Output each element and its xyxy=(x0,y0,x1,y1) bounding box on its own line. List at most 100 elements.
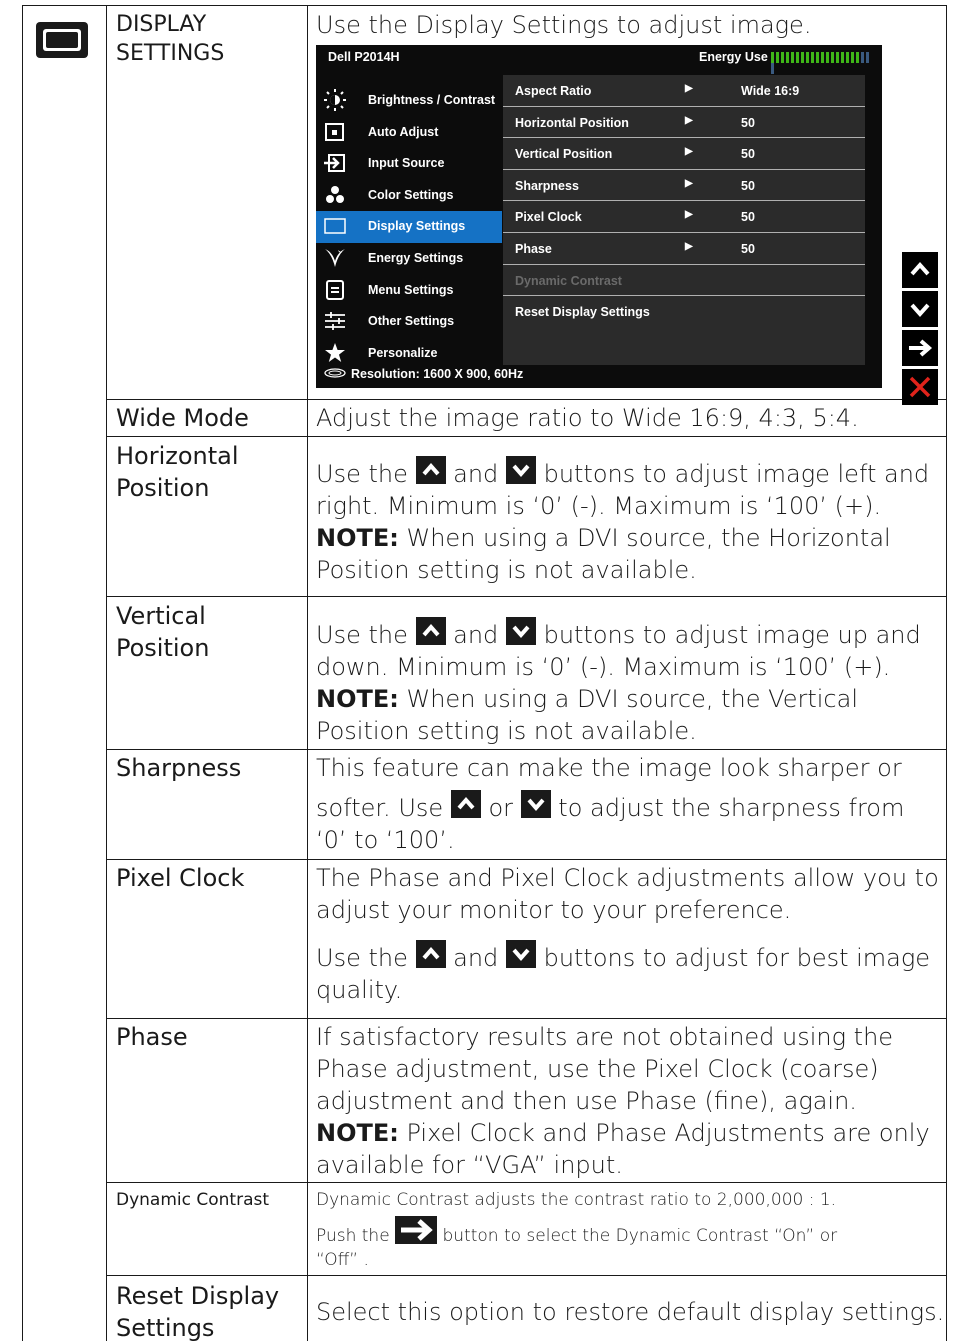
up-chevron-icon[interactable] xyxy=(902,252,938,288)
osd-menu-label: Personalize xyxy=(368,345,438,360)
up-button-icon xyxy=(450,790,481,818)
submenu-label: Reset Display Settings xyxy=(515,305,650,320)
down-chevron-icon[interactable] xyxy=(902,291,938,327)
submenu-label: Horizontal Position xyxy=(515,115,629,130)
sun-icon xyxy=(324,89,346,111)
row-desc-phase: If satisfactory results are not obtained… xyxy=(316,1023,930,1179)
row-divider xyxy=(106,1275,947,1276)
submenu-value: Wide 16:9 xyxy=(741,84,800,98)
osd-menu-screenshot: Dell P2014H Energy Use Brightness / Cont… xyxy=(316,45,882,388)
row-desc-pixel-clock: The Phase and Pixel Clock adjustments al… xyxy=(316,864,939,1004)
down-button-icon xyxy=(505,617,536,645)
submenu-arrow-icon: ▶ xyxy=(685,209,693,221)
osd-model-title: Dell P2014H xyxy=(328,50,400,64)
submenu-value: 50 xyxy=(741,178,755,193)
energy-meter-segment xyxy=(851,52,854,63)
down-button-icon xyxy=(505,456,536,484)
energy-meter-segment xyxy=(791,52,794,63)
osd-main-menu: Brightness / Contrast Auto Adjust Input … xyxy=(316,85,502,369)
row-label-phase: Phase xyxy=(116,1023,188,1051)
table-border-left xyxy=(22,5,23,1341)
section-title: DISPLAY SETTINGS xyxy=(116,12,225,66)
energy-meter-segment xyxy=(776,52,779,63)
osd-menu-display-settings[interactable]: Display Settings xyxy=(316,211,502,243)
submenu-label: Vertical Position xyxy=(515,147,613,162)
submenu-value: 50 xyxy=(741,242,755,256)
osd-menu-menu-settings[interactable]: Menu Settings xyxy=(316,275,502,307)
sliders-icon xyxy=(325,312,345,331)
osd-menu-other-settings[interactable]: Other Settings xyxy=(316,306,502,338)
section-intro: Use the Display Settings to adjust image… xyxy=(316,11,812,39)
osd-submenu-reset-display-settings[interactable]: Reset Display Settings xyxy=(503,296,865,328)
osd-footer: Resolution: 1600 X 900, 60Hz xyxy=(316,359,882,388)
osd-submenu-horizontal-position[interactable]: Horizontal Position ▶ 50 xyxy=(503,107,865,139)
energy-meter-segment xyxy=(821,52,824,63)
submenu-arrow-icon: ▶ xyxy=(685,146,693,158)
osd-side-buttons xyxy=(902,252,938,408)
energy-meter-segment xyxy=(831,52,834,63)
osd-menu-brightness-contrast[interactable]: Brightness / Contrast xyxy=(316,85,502,117)
osd-menu-label: Energy Settings xyxy=(368,250,464,265)
down-button-icon xyxy=(505,940,536,968)
submenu-value: 50 xyxy=(741,210,755,225)
energy-meter-segment xyxy=(826,52,829,63)
submenu-label: Aspect Ratio xyxy=(515,84,592,98)
row-divider xyxy=(106,399,947,400)
down-button-icon xyxy=(520,790,551,818)
submenu-value: 50 xyxy=(741,115,755,130)
row-label-reset-display-settings: Reset Display Settings xyxy=(116,1282,280,1342)
osd-menu-energy-settings[interactable]: Energy Settings xyxy=(316,243,502,275)
submenu-label: Phase xyxy=(515,242,552,256)
monitor-icon xyxy=(324,218,346,235)
display-settings-icon xyxy=(36,22,88,58)
note-label: NOTE: xyxy=(316,524,399,552)
row-divider xyxy=(106,436,947,437)
osd-menu-color-settings[interactable]: Color Settings xyxy=(316,180,502,212)
up-button-icon xyxy=(415,617,446,645)
osd-submenu-vertical-position[interactable]: Vertical Position ▶ 50 xyxy=(503,138,865,170)
energy-meter-segment xyxy=(856,52,859,63)
color-dots-icon xyxy=(326,185,344,203)
energy-meter-segment xyxy=(806,52,809,63)
osd-submenu-phase[interactable]: Phase ▶ 50 xyxy=(503,233,865,265)
energy-meter-segment xyxy=(841,52,844,63)
energy-use-meter xyxy=(771,52,875,74)
osd-menu-input-source[interactable]: Input Source xyxy=(316,148,502,180)
osd-submenu-sharpness[interactable]: Sharpness ▶ 50 xyxy=(503,170,865,202)
osd-menu-auto-adjust[interactable]: Auto Adjust xyxy=(316,117,502,149)
osd-menu-label: Auto Adjust xyxy=(368,124,439,139)
row-label-horizontal-position: Horizontal Position xyxy=(116,442,239,502)
osd-menu-label: Input Source xyxy=(368,156,445,171)
energy-meter-segment xyxy=(801,52,804,63)
osd-menu-label: Menu Settings xyxy=(368,282,454,297)
menu-doc-icon xyxy=(326,279,344,300)
close-x-icon[interactable] xyxy=(902,369,938,405)
row-label-dynamic-contrast: Dynamic Contrast xyxy=(116,1190,270,1210)
row-divider xyxy=(106,1018,947,1019)
submenu-label: Pixel Clock xyxy=(515,210,582,225)
osd-menu-label: Brightness / Contrast xyxy=(368,93,496,107)
submenu-arrow-icon: ▶ xyxy=(685,83,693,94)
osd-menu-label: Other Settings xyxy=(368,314,455,329)
row-divider xyxy=(106,859,947,860)
input-source-icon xyxy=(324,154,345,173)
right-arrow-icon[interactable] xyxy=(902,330,938,366)
row-desc-vertical-position: Use the and buttons to adjust image up a… xyxy=(316,617,946,747)
up-button-icon xyxy=(415,456,446,484)
osd-menu-label: Display Settings xyxy=(368,219,466,234)
submenu-label: Sharpness xyxy=(515,178,579,193)
energy-meter-segment xyxy=(866,52,869,63)
table-border-col2 xyxy=(307,5,308,1341)
energy-meter-segment xyxy=(811,52,814,63)
osd-header: Dell P2014H Energy Use xyxy=(316,45,882,74)
energy-meter-segment xyxy=(796,52,799,63)
osd-submenu-pixel-clock[interactable]: Pixel Clock ▶ 50 xyxy=(503,201,865,233)
energy-meter-segment xyxy=(836,52,839,63)
row-divider xyxy=(106,1182,947,1183)
note-label: NOTE: xyxy=(316,1119,399,1147)
resolution-text: Resolution: 1600 X 900, 60Hz xyxy=(351,367,524,381)
osd-submenu-aspect-ratio[interactable]: Aspect Ratio ▶ Wide 16:9 xyxy=(503,75,865,107)
row-desc-horizontal-position: Use the and buttons to adjust image left… xyxy=(316,456,946,586)
table-border-right xyxy=(946,5,947,1341)
note-label: NOTE: xyxy=(316,685,399,713)
